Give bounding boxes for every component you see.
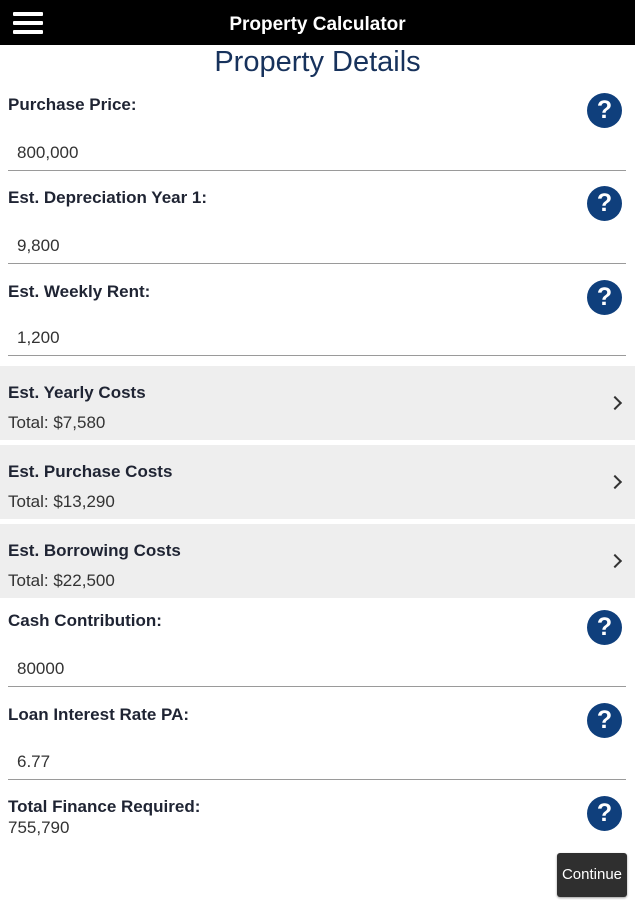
purchase-costs-row[interactable]: Est. Purchase Costs Total: $13,290 [0, 445, 635, 519]
purchase-price-input[interactable] [8, 135, 626, 171]
weekly-rent-label: Est. Weekly Rent: [8, 282, 151, 301]
page-title: Property Details [214, 46, 421, 78]
app-title: Property Calculator [229, 14, 406, 35]
cash-contribution-help-icon[interactable]: ? [587, 610, 622, 645]
purchase-price-help-icon[interactable]: ? [587, 93, 622, 128]
interest-rate-label: Loan Interest Rate PA: [8, 705, 190, 724]
interest-rate-help-icon[interactable]: ? [587, 703, 622, 738]
total-finance-help-icon[interactable]: ? [587, 796, 622, 831]
depreciation-help-icon[interactable]: ? [587, 186, 622, 221]
yearly-costs-row[interactable]: Est. Yearly Costs Total: $7,580 [0, 366, 635, 440]
chevron-right-icon [607, 474, 623, 490]
yearly-costs-title: Est. Yearly Costs [8, 383, 146, 402]
borrowing-costs-row[interactable]: Est. Borrowing Costs Total: $22,500 [0, 524, 635, 598]
purchase-price-label: Purchase Price: [8, 95, 137, 114]
depreciation-input[interactable] [8, 228, 626, 264]
top-app-bar: Property Calculator [0, 0, 635, 45]
chevron-right-icon [607, 553, 623, 569]
weekly-rent-help-icon[interactable]: ? [587, 280, 622, 315]
yearly-costs-total: Total: $7,580 [8, 413, 106, 432]
borrowing-costs-title: Est. Borrowing Costs [8, 541, 181, 560]
interest-rate-input[interactable] [8, 744, 626, 780]
cash-contribution-label: Cash Contribution: [8, 611, 162, 630]
weekly-rent-input[interactable] [8, 320, 626, 356]
borrowing-costs-total: Total: $22,500 [8, 571, 115, 590]
chevron-right-icon [607, 395, 623, 411]
continue-button[interactable]: Continue [557, 853, 627, 897]
depreciation-label: Est. Depreciation Year 1: [8, 188, 208, 207]
total-finance-label: Total Finance Required: [8, 797, 201, 816]
purchase-costs-total: Total: $13,290 [8, 492, 115, 511]
cash-contribution-input[interactable] [8, 651, 626, 687]
purchase-costs-title: Est. Purchase Costs [8, 462, 173, 481]
total-finance-value: 755,790 [8, 818, 70, 837]
